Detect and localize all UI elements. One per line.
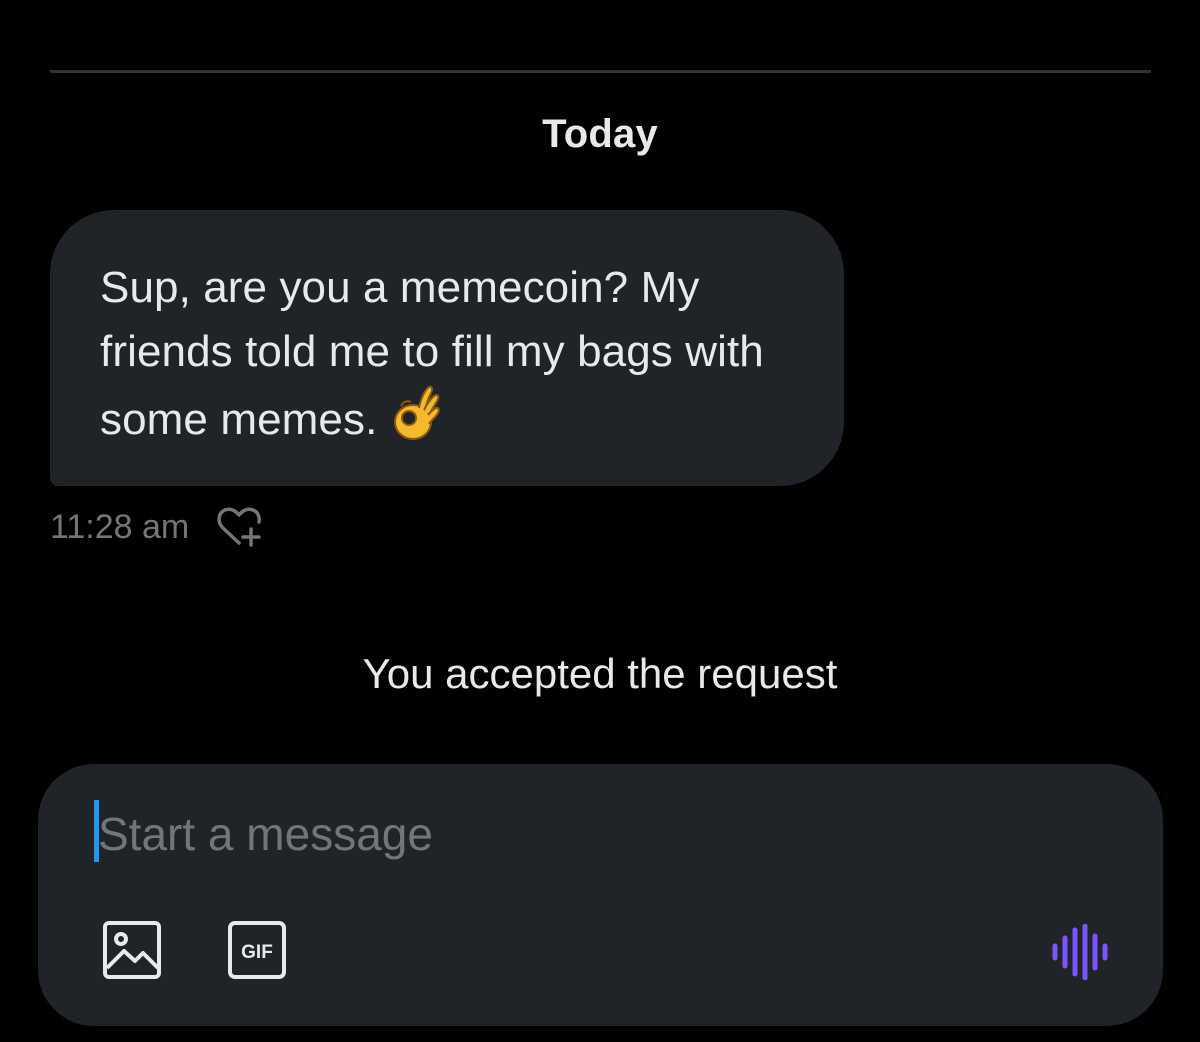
top-divider: [50, 70, 1151, 73]
ok-hand-emoji: [394, 385, 441, 440]
message-composer: GIF: [38, 764, 1163, 1026]
message-timestamp: 11:28 am: [50, 507, 190, 546]
date-header: Today: [542, 112, 658, 156]
gif-label: GIF: [241, 942, 273, 963]
message-meta: 11:28 am: [50, 503, 265, 551]
gif-icon[interactable]: GIF: [227, 920, 287, 980]
voice-waveform-icon[interactable]: [1050, 924, 1112, 980]
message-bubble[interactable]: Sup, are you a memecoin? My friends told…: [50, 210, 844, 486]
message-input[interactable]: [94, 802, 998, 866]
heart-plus-icon[interactable]: [213, 503, 265, 551]
image-icon[interactable]: [102, 920, 162, 980]
message-text: Sup, are you a memecoin? My friends told…: [100, 256, 804, 452]
system-note: You accepted the request: [362, 650, 838, 697]
